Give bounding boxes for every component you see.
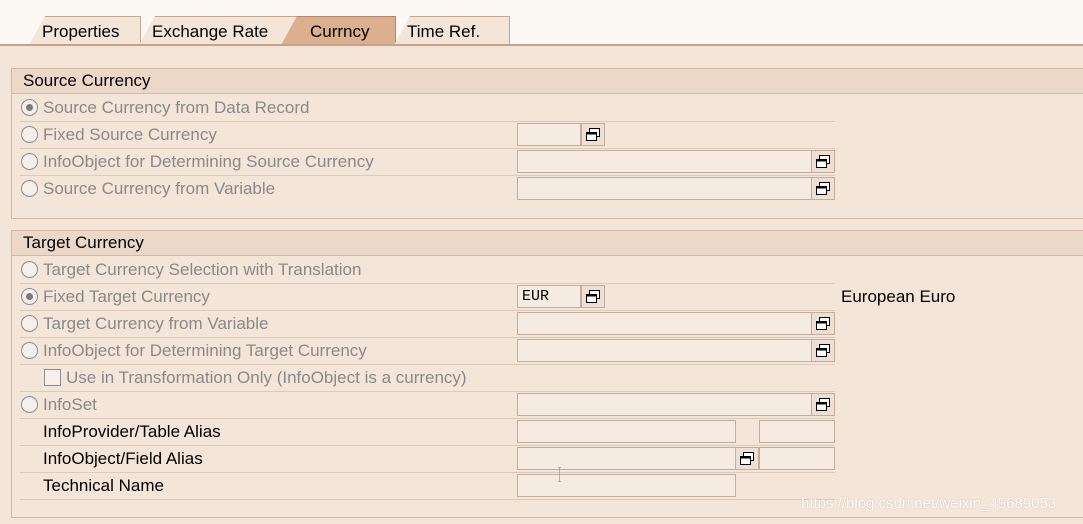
- target-option-label: Target Currency Selection with Translati…: [43, 260, 362, 279]
- source-option-label: Source Currency from Data Record: [43, 98, 310, 117]
- tab-strip: Properties Exchange Rate Currncy Time Re…: [0, 0, 1083, 46]
- target-option-variable: Target Currency from Variable: [20, 310, 835, 338]
- source-infoobject-input[interactable]: [517, 150, 812, 173]
- infoprovider-alias-label: InfoProvider/Table Alias: [43, 422, 221, 441]
- source-option-fixed: Fixed Source Currency: [20, 121, 835, 149]
- use-in-transformation-label: Use in Transformation Only (InfoObject i…: [66, 368, 467, 387]
- value-help-icon: [586, 128, 600, 141]
- infoset-label: InfoSet: [43, 395, 97, 414]
- tab-currency[interactable]: Currncy: [281, 16, 396, 45]
- infoprovider-alias-input[interactable]: [517, 420, 736, 443]
- radio-source-fixed[interactable]: [21, 126, 38, 143]
- target-option-translation: Target Currency Selection with Translati…: [20, 256, 835, 284]
- radio-target-variable[interactable]: [21, 315, 38, 332]
- infoset-value-help-button[interactable]: [811, 393, 835, 416]
- infoobject-alias-input[interactable]: [517, 447, 736, 470]
- fixed-source-currency-input[interactable]: [517, 123, 581, 146]
- source-option-variable: Source Currency from Variable: [20, 175, 835, 202]
- tab-properties[interactable]: Properties: [29, 16, 141, 45]
- radio-source-variable[interactable]: [21, 180, 38, 197]
- source-option-label: InfoObject for Determining Source Curren…: [43, 152, 374, 171]
- source-option-label: Fixed Source Currency: [43, 125, 217, 144]
- target-option-infoobject: InfoObject for Determining Target Curren…: [20, 337, 835, 365]
- source-option-infoobject: InfoObject for Determining Source Curren…: [20, 148, 835, 176]
- target-variable-value-help-button[interactable]: [811, 312, 835, 335]
- value-help-icon: [816, 317, 830, 330]
- tab-exchange-rate[interactable]: Exchange Rate: [139, 16, 297, 45]
- infoset-input[interactable]: [517, 393, 812, 416]
- target-option-label: Target Currency from Variable: [43, 314, 269, 333]
- infoobject-alias-label: InfoObject/Field Alias: [43, 449, 203, 468]
- radio-source-infoobject[interactable]: [21, 153, 38, 170]
- target-option-label: InfoObject for Determining Target Curren…: [43, 341, 367, 360]
- radio-source-data-record[interactable]: [21, 99, 38, 116]
- target-infoobject-value-help-button[interactable]: [811, 339, 835, 362]
- radio-target-fixed[interactable]: [21, 288, 38, 305]
- target-option-infoset: InfoSet: [20, 391, 835, 419]
- technical-name-label: Technical Name: [43, 476, 164, 495]
- fixed-target-currency-input[interactable]: EUR: [517, 285, 581, 308]
- fixed-target-value-help-button[interactable]: [581, 285, 605, 308]
- tab-divider: [0, 44, 1083, 46]
- value-help-icon: [586, 290, 600, 303]
- target-infoobject-input[interactable]: [517, 339, 812, 362]
- text-cursor-icon: [558, 467, 561, 482]
- technical-name-input[interactable]: [517, 474, 736, 497]
- radio-target-infoobject[interactable]: [21, 342, 38, 359]
- radio-target-translation[interactable]: [21, 261, 38, 278]
- target-option-fixed: Fixed Target Currency EUR: [20, 283, 835, 311]
- tab-time-ref[interactable]: Time Ref.: [394, 16, 510, 45]
- value-help-icon: [816, 398, 830, 411]
- fixed-source-value-help-button[interactable]: [581, 123, 605, 146]
- source-infoobject-value-help-button[interactable]: [811, 150, 835, 173]
- radio-target-infoset[interactable]: [21, 396, 38, 413]
- use-in-transformation-row: Use in Transformation Only (InfoObject i…: [20, 364, 835, 392]
- infoprovider-alias-row: InfoProvider/Table Alias: [20, 418, 835, 446]
- technical-name-row: Technical Name: [20, 472, 835, 500]
- target-variable-input[interactable]: [517, 312, 812, 335]
- value-help-icon: [816, 344, 830, 357]
- infoobject-alias-value-help-button[interactable]: [735, 447, 759, 470]
- source-variable-input[interactable]: [517, 177, 812, 200]
- target-option-label: Fixed Target Currency: [43, 287, 210, 306]
- watermark: https://blog.csdn.net/weixin_45689053: [801, 495, 1057, 512]
- value-help-icon: [740, 452, 754, 465]
- source-currency-title: Source Currency: [12, 69, 1083, 94]
- value-help-icon: [816, 155, 830, 168]
- source-option-data-record: Source Currency from Data Record: [20, 94, 835, 122]
- table-alias-input[interactable]: [759, 420, 835, 443]
- source-variable-value-help-button[interactable]: [811, 177, 835, 200]
- infoobject-alias-row: InfoObject/Field Alias: [20, 445, 835, 473]
- target-currency-description: European Euro: [841, 287, 956, 306]
- target-currency-title: Target Currency: [12, 231, 1083, 256]
- use-in-transformation-checkbox[interactable]: [44, 369, 61, 386]
- value-help-icon: [816, 182, 830, 195]
- source-option-label: Source Currency from Variable: [43, 179, 276, 198]
- field-alias-input[interactable]: [759, 447, 835, 470]
